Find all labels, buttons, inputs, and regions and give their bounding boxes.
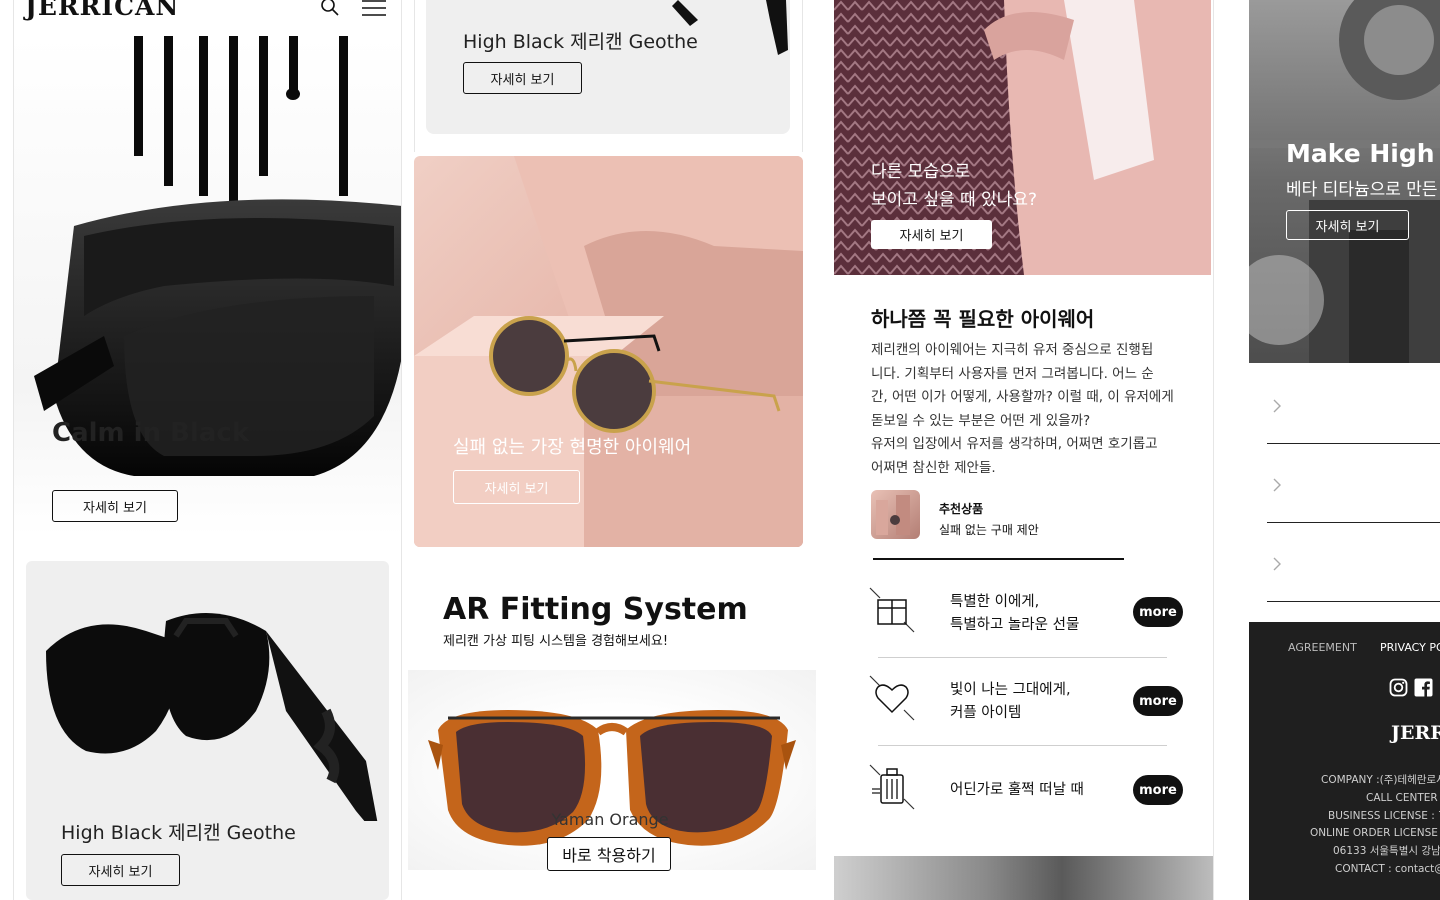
footer-company-info: COMPANY :(주)테헤란로사 CALL CENTER : BUSINESS… bbox=[1249, 772, 1440, 879]
top-card-detail-button[interactable]: 자세히 보기 bbox=[463, 62, 582, 94]
dripping-glasses-illustration bbox=[34, 36, 401, 476]
section-title: 하나쯤 꼭 필요한 아이웨어 bbox=[871, 307, 1095, 331]
recommend-thumbnail[interactable] bbox=[871, 490, 920, 539]
section-paragraph: 제리캔의 아이웨어는 지극히 유저 중심으로 진행됩 니다. 기획부터 사용자를… bbox=[871, 339, 1191, 480]
footer-link-privacy[interactable]: PRIVACY PO bbox=[1380, 641, 1440, 654]
recommend-label: 추천상품 bbox=[939, 502, 984, 516]
chevron-right-icon bbox=[1273, 399, 1281, 413]
paragraph-line: 유저의 입장에서 유저를 생각하며, 어쩌면 호기롭고 bbox=[871, 436, 1158, 452]
brand-logo[interactable]: JERRICAN bbox=[25, 0, 179, 21]
recommend-underline bbox=[873, 558, 1124, 560]
gift-icon bbox=[869, 587, 915, 633]
list-item-line1: 어딘가로 훌쩍 떠날 때 bbox=[950, 782, 1084, 798]
list-item-travel[interactable]: 어딘가로 훌쩍 떠날 때 more bbox=[868, 757, 1188, 817]
footer-info-line: BUSINESS LICENSE : 715- bbox=[1328, 809, 1440, 822]
facebook-icon[interactable] bbox=[1414, 678, 1433, 697]
paragraph-line: 돋보일 수 있는 부분은 어떤 게 있을까? bbox=[871, 412, 1091, 429]
instagram-icon[interactable] bbox=[1389, 678, 1408, 697]
column-4: Make High Q 베타 티타늄으로 만든 자세히 보기 AGREEMENT… bbox=[1249, 0, 1440, 900]
bottom-photo-strip bbox=[834, 856, 1213, 900]
photo-caption-line1: 다른 모습으로 bbox=[871, 162, 971, 182]
column-border bbox=[802, 0, 803, 152]
more-button[interactable]: more bbox=[1133, 686, 1183, 716]
footer-info-line: COMPANY :(주)테헤란로사 bbox=[1321, 774, 1440, 786]
ar-product-name: Yaman Orange bbox=[551, 810, 669, 829]
top-card-title: High Black 제리캔 Geothe bbox=[463, 31, 698, 53]
footer-info-line: CALL CENTER : bbox=[1366, 791, 1440, 804]
search-icon[interactable] bbox=[320, 0, 340, 17]
paragraph-line: 제리캔의 아이웨어는 지극히 유저 중심으로 진행됩 bbox=[871, 342, 1154, 358]
photo-detail-button[interactable]: 자세히 보기 bbox=[871, 220, 992, 249]
accordion-row[interactable] bbox=[1267, 538, 1440, 602]
product-card-high-black[interactable] bbox=[26, 561, 389, 900]
footer-info-line: ONLINE ORDER LICENSE : bbox=[1310, 827, 1440, 840]
hero-detail-button[interactable]: 자세히 보기 bbox=[52, 490, 178, 522]
banner-subtitle: 베타 티타늄으로 만든 bbox=[1286, 180, 1438, 200]
chevron-right-icon bbox=[1273, 478, 1281, 492]
photo-caption-line2: 보이고 싶을 때 있나요? bbox=[871, 190, 1037, 210]
ar-subtitle: 제리캔 가상 피팅 시스템을 경험해보세요! bbox=[443, 634, 669, 649]
more-button[interactable]: more bbox=[1133, 775, 1183, 805]
luggage-icon bbox=[869, 764, 915, 810]
list-divider bbox=[878, 745, 1167, 746]
list-item-line2: 커플 아이템 bbox=[950, 705, 1022, 721]
column-3: 다른 모습으로 보이고 싶을 때 있나요? 자세히 보기 하나쯤 꼭 필요한 아… bbox=[834, 0, 1214, 900]
list-divider bbox=[878, 657, 1167, 658]
banner-title: Make High Q bbox=[1286, 139, 1440, 168]
list-item-line1: 빛이 나는 그대에게, bbox=[950, 682, 1071, 698]
list-item-couple[interactable]: 빛이 나는 그대에게, 커플 아이템 more bbox=[868, 668, 1188, 728]
list-item-gift[interactable]: 특별한 이에게, 특별하고 놀라운 선물 more bbox=[868, 580, 1188, 640]
more-button[interactable]: more bbox=[1133, 597, 1183, 627]
hero-title: Calm in Black bbox=[52, 418, 250, 448]
paragraph-line: 간, 어떤 이가 어떻게, 사용할까? 이럴 때, 이 유저에게 bbox=[871, 389, 1174, 405]
pink-banner-caption: 실패 없는 가장 현명한 아이웨어 bbox=[453, 437, 692, 458]
product-image-black-sunglasses bbox=[46, 613, 381, 841]
heart-icon bbox=[869, 675, 915, 721]
footer-info-line: CONTACT : contact@ bbox=[1335, 862, 1440, 875]
accordion-row[interactable] bbox=[1267, 459, 1440, 523]
footer: AGREEMENT PRIVACY PO JERR COMPANY :(주)테헤… bbox=[1249, 622, 1440, 900]
paragraph-line: 어쩌면 참신한 제안들. bbox=[871, 459, 996, 476]
footer-info-line: 06133 서울특별시 강남구 bbox=[1333, 845, 1440, 858]
footer-logo: JERR bbox=[1391, 722, 1440, 744]
recommend-description: 실패 없는 구매 제안 bbox=[939, 523, 1039, 537]
column-2: High Black 제리캔 Geothe 자세히 보기 실패 없는 가장 현명… bbox=[402, 0, 816, 900]
column-border bbox=[414, 0, 415, 152]
hero-image-calm-in-black[interactable] bbox=[14, 36, 401, 536]
column-1: JERRICAN Calm in Black 자세히 보기 High Black… bbox=[0, 0, 402, 900]
chevron-right-icon bbox=[1273, 557, 1281, 571]
footer-link-agreement[interactable]: AGREEMENT bbox=[1288, 641, 1357, 654]
list-item-line1: 특별한 이에게, bbox=[950, 594, 1040, 610]
try-on-button[interactable]: 바로 착용하기 bbox=[547, 837, 671, 871]
product-card-detail-button[interactable]: 자세히 보기 bbox=[61, 854, 180, 886]
banner-detail-button[interactable]: 자세히 보기 bbox=[1286, 210, 1409, 240]
pink-banner-detail-button[interactable]: 자세히 보기 bbox=[453, 470, 580, 504]
menu-icon[interactable] bbox=[362, 0, 386, 18]
list-item-line2: 특별하고 놀라운 선물 bbox=[950, 617, 1080, 633]
accordion-row[interactable] bbox=[1267, 380, 1440, 444]
paragraph-line: 니다. 기획부터 사용자를 먼저 그려봅니다. 어느 순 bbox=[871, 365, 1154, 382]
ar-title: AR Fitting System bbox=[443, 592, 748, 627]
product-card-title: High Black 제리캔 Geothe bbox=[61, 822, 296, 844]
